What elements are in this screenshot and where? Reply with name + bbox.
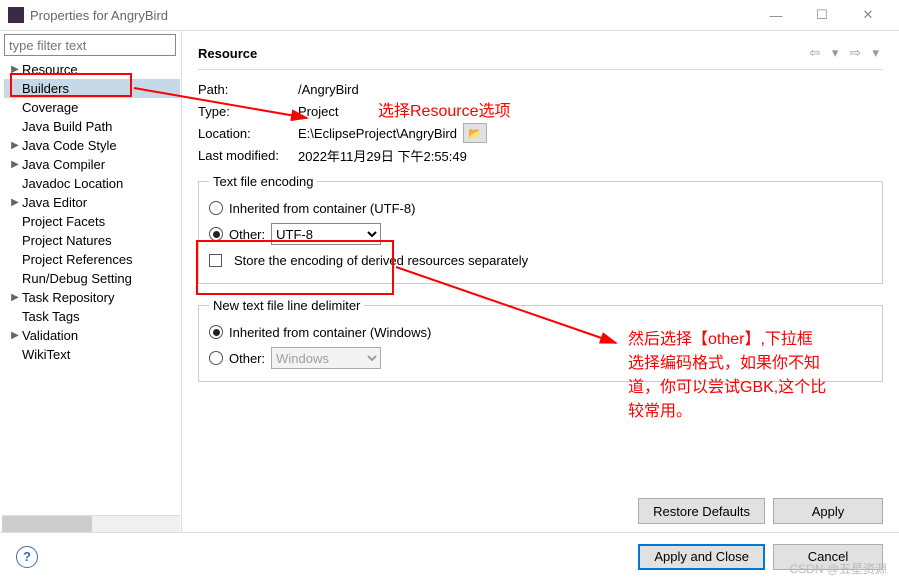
path-label: Path: [198,82,298,97]
tree-item-task-tags[interactable]: Task Tags [4,307,180,326]
tree-item-java-code-style[interactable]: ▶Java Code Style [4,136,180,155]
dialog-footer: ? Apply and Close Cancel [0,532,899,580]
type-label: Type: [198,104,298,119]
page-title: Resource [198,46,809,61]
chevron-right-icon[interactable]: ▶ [8,64,22,75]
lastmod-value: 2022年11月29日 下午2:55:49 [298,146,467,165]
path-value: /AngryBird [298,82,359,97]
chevron-right-icon[interactable]: ▶ [8,140,22,151]
chevron-right-icon[interactable]: ▶ [8,197,22,208]
divider [198,69,883,70]
tree-item-java-build-path[interactable]: Java Build Path [4,117,180,136]
titlebar: Properties for AngryBird — ☐ ✕ [0,0,899,30]
encoding-group: Text file encoding Inherited from contai… [198,174,883,284]
chevron-right-icon[interactable]: ▶ [8,330,22,341]
encoding-inherit-label: Inherited from container (UTF-8) [229,201,415,216]
delimiter-legend: New text file line delimiter [209,298,364,313]
tree-item-coverage[interactable]: Coverage [4,98,180,117]
window-title: Properties for AngryBird [30,8,753,23]
encoding-other-radio[interactable] [209,227,223,241]
location-label: Location: [198,126,298,141]
tree-item-project-facets[interactable]: Project Facets [4,212,180,231]
tree-item-java-editor[interactable]: ▶Java Editor [4,193,180,212]
tree-item-wikitext[interactable]: WikiText [4,345,180,364]
store-derived-checkbox[interactable] [209,254,222,267]
watermark: CSDN @五星资源 [789,560,887,577]
delim-other-radio[interactable] [209,351,223,365]
apply-button[interactable]: Apply [773,498,883,524]
delimiter-group: New text file line delimiter Inherited f… [198,298,883,382]
help-icon[interactable]: ? [16,546,38,568]
horizontal-scrollbar[interactable] [2,515,180,532]
minimize-button[interactable]: — [753,0,799,30]
chevron-right-icon[interactable]: ▶ [8,292,22,303]
nav-history-arrows[interactable]: ⇦ ▾ ⇨ ▾ [809,45,883,61]
browse-location-button[interactable]: 📂 [463,123,487,143]
delim-inherit-radio[interactable] [209,325,223,339]
delim-other-label: Other: [229,351,265,366]
type-value: Project [298,104,338,119]
scrollbar-thumb[interactable] [2,516,92,532]
delim-select: Windows [271,347,381,369]
encoding-legend: Text file encoding [209,174,317,189]
tree-item-builders[interactable]: Builders [4,79,180,98]
tree-item-run-debug[interactable]: Run/Debug Setting [4,269,180,288]
tree-item-resource[interactable]: ▶Resource [4,60,180,79]
filter-input[interactable] [4,34,176,56]
close-button[interactable]: ✕ [845,0,891,30]
encoding-inherit-radio[interactable] [209,201,223,215]
delim-inherit-label: Inherited from container (Windows) [229,325,431,340]
tree-item-project-natures[interactable]: Project Natures [4,231,180,250]
tree-item-task-repository[interactable]: ▶Task Repository [4,288,180,307]
store-derived-label: Store the encoding of derived resources … [234,253,528,268]
tree-item-validation[interactable]: ▶Validation [4,326,180,345]
location-value: E:\EclipseProject\AngryBird [298,126,457,141]
encoding-select[interactable]: UTF-8 [271,223,381,245]
app-icon [8,7,24,23]
restore-defaults-button[interactable]: Restore Defaults [638,498,765,524]
tree-item-java-compiler[interactable]: ▶Java Compiler [4,155,180,174]
lastmod-label: Last modified: [198,148,298,163]
chevron-right-icon[interactable]: ▶ [8,159,22,170]
apply-close-button[interactable]: Apply and Close [638,544,765,570]
maximize-button[interactable]: ☐ [799,0,845,30]
content-panel: Resource ⇦ ▾ ⇨ ▾ Path:/AngryBird Type:Pr… [182,31,899,532]
encoding-other-label: Other: [229,227,265,242]
sidebar: ▶Resource Builders Coverage Java Build P… [0,31,182,532]
tree-item-javadoc-location[interactable]: Javadoc Location [4,174,180,193]
tree-item-project-references[interactable]: Project References [4,250,180,269]
nav-tree: ▶Resource Builders Coverage Java Build P… [2,60,180,515]
